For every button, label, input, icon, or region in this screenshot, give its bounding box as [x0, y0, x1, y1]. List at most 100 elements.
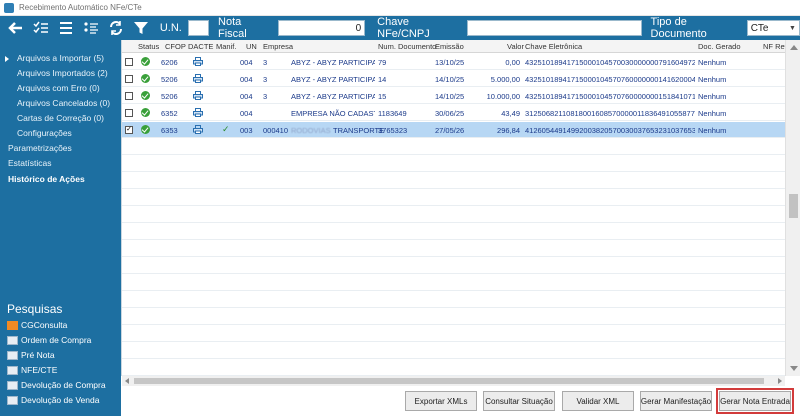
cell-num-documento: 14 — [378, 75, 387, 84]
ordem-compra-icon — [7, 335, 18, 345]
scroll-thumb[interactable] — [134, 378, 764, 384]
column-manif[interactable]: Manif. — [216, 42, 236, 51]
manifest-check-icon: ✓ — [222, 124, 230, 134]
gerar-manifestacao-button[interactable]: Gerar Manifestação — [640, 391, 712, 411]
printer-icon[interactable] — [193, 57, 203, 66]
row-checkbox[interactable] — [125, 109, 133, 117]
empty-row — [122, 190, 785, 206]
column-num-documento[interactable]: Num. Documento — [378, 42, 436, 51]
consultar-situacao-button[interactable]: Consultar Situação — [483, 391, 555, 411]
column-dacte[interactable]: DACTE — [188, 42, 213, 51]
list-icon[interactable] — [58, 19, 75, 37]
sidebar-link-devolucao-compra[interactable]: Devolução de Compra — [7, 380, 106, 390]
sidebar-item-historico-acoes[interactable]: Histórico de Ações — [8, 174, 85, 184]
sidebar-item-arquivos-cancelados[interactable]: Arquivos Cancelados (0) — [17, 98, 110, 108]
validar-xml-button[interactable]: Validar XML — [562, 391, 634, 411]
column-empresa[interactable]: Empresa — [263, 42, 293, 51]
cell-num-documento: 15 — [378, 92, 387, 101]
nota-fiscal-label: Nota Fiscal — [218, 16, 247, 40]
chevron-down-icon: ▼ — [789, 24, 796, 32]
printer-icon[interactable] — [193, 74, 203, 83]
nota-fiscal-input[interactable]: 0 — [277, 20, 366, 36]
cell-empresa-redacted: RODOVIAS — [291, 126, 331, 135]
printer-icon[interactable] — [193, 125, 203, 134]
column-chave-eletronica[interactable]: Chave Eletrônica — [525, 42, 582, 51]
cell-empresa: TRANSPORTE — [333, 126, 385, 135]
checklist-icon[interactable] — [33, 19, 50, 37]
printer-icon[interactable] — [193, 108, 203, 117]
scroll-left-icon[interactable] — [125, 378, 129, 384]
empty-row — [122, 360, 785, 376]
filter-icon[interactable] — [133, 19, 150, 37]
sidebar-link-cgconsulta[interactable]: CGConsulta — [7, 320, 67, 330]
printer-icon[interactable] — [193, 91, 203, 100]
column-doc-gerado[interactable]: Doc. Gerado — [698, 42, 741, 51]
refresh-icon[interactable] — [108, 19, 125, 37]
sidebar-link-ordem-compra[interactable]: Ordem de Compra — [7, 335, 91, 345]
devolucao-compra-icon — [7, 380, 18, 390]
table-row[interactable]: 6206 004 3 ABYZ - ABYZ PARTICIPACÕ 79 13… — [122, 54, 785, 70]
empty-row — [122, 258, 785, 274]
sidebar-item-estatisticas[interactable]: Estatísticas — [8, 158, 51, 168]
table-row[interactable]: 5206 004 3 ABYZ - ABYZ PARTICIPACÕ 15 14… — [122, 88, 785, 104]
table-row[interactable]: 6352 004 EMPRESA NÃO CADASTRAD 1183649 3… — [122, 105, 785, 121]
checklist-alt-icon[interactable] — [83, 19, 100, 37]
empty-row — [122, 241, 785, 257]
cell-un: 004 — [240, 58, 253, 67]
column-cfop[interactable]: CFOP — [165, 42, 186, 51]
vertical-scrollbar[interactable] — [785, 40, 800, 376]
sidebar-link-devolucao-venda[interactable]: Devolução de Venda — [7, 395, 99, 405]
horizontal-scrollbar[interactable] — [122, 376, 785, 386]
cell-chave: 3125068211081800160857000001183649105587… — [525, 109, 695, 118]
sidebar-link-label: Pré Nota — [21, 350, 55, 360]
cell-emissao: 14/10/25 — [435, 92, 465, 101]
column-emissao[interactable]: Emissão — [435, 42, 464, 51]
app-icon — [4, 2, 14, 13]
tipo-documento-select[interactable]: CTe ▼ — [746, 20, 800, 36]
chave-input[interactable] — [466, 20, 642, 36]
row-checkbox[interactable] — [125, 75, 133, 83]
empty-row — [122, 156, 785, 172]
scroll-right-icon[interactable] — [778, 378, 782, 384]
back-arrow-icon[interactable] — [8, 19, 25, 37]
cell-empresa: ABYZ - ABYZ PARTICIPACÕ — [291, 75, 375, 84]
sidebar-link-pre-nota[interactable]: Pré Nota — [7, 350, 55, 360]
column-un[interactable]: UN — [246, 42, 257, 51]
cell-cfop: 6206 — [161, 58, 178, 67]
column-nf-ref[interactable]: NF Ref — [763, 42, 787, 51]
cell-empresa: ABYZ - ABYZ PARTICIPACÕ — [291, 92, 375, 101]
un-input[interactable] — [187, 20, 210, 36]
cell-code: 000410 — [263, 126, 289, 135]
row-checkbox[interactable] — [125, 58, 133, 66]
status-ok-icon — [141, 125, 150, 134]
column-status[interactable]: Status — [138, 42, 159, 51]
row-checkbox[interactable] — [125, 92, 133, 100]
un-label: U.N. — [159, 22, 182, 34]
sidebar-link-nfe-cte[interactable]: NFE/CTE — [7, 365, 57, 375]
status-ok-icon — [141, 57, 150, 66]
column-valor[interactable]: Valor — [507, 42, 524, 51]
sidebar-item-arquivos-importados[interactable]: Arquivos Importados (2) — [17, 68, 108, 78]
cell-emissao: 27/05/26 — [435, 126, 465, 135]
empty-row — [122, 207, 785, 223]
cell-un: 004 — [240, 109, 253, 118]
sidebar-item-arquivos-erro[interactable]: Arquivos com Erro (0) — [17, 83, 100, 93]
exportar-xmls-button[interactable]: Exportar XMLs — [405, 391, 477, 411]
row-checkbox-checked[interactable]: ✓ — [125, 126, 133, 134]
scroll-thumb[interactable] — [789, 194, 798, 218]
empty-row — [122, 173, 785, 189]
cell-chave: 4126054491499200382057003003765323103765… — [525, 126, 695, 135]
scroll-down-icon[interactable] — [790, 366, 798, 371]
sidebar-item-cartas-correcao[interactable]: Cartas de Correção (0) — [17, 113, 104, 123]
chave-label: Chave NFe/CNPJ — [377, 16, 430, 40]
empty-row — [122, 309, 785, 325]
scroll-up-icon[interactable] — [790, 45, 798, 50]
table-row[interactable]: 5206 004 3 ABYZ - ABYZ PARTICIPACÕ 14 14… — [122, 71, 785, 87]
sidebar-item-arquivos-importar[interactable]: Arquivos a Importar (5) — [17, 53, 104, 63]
gerar-nota-entrada-button[interactable]: Gerar Nota Entrada — [716, 388, 794, 414]
sidebar-item-parametrizacoes[interactable]: Parametrizações — [8, 143, 72, 153]
sidebar-item-configuracoes[interactable]: Configurações — [17, 128, 72, 138]
cell-chave: 4325101894171500010457003000000079160497… — [525, 58, 695, 67]
grid-header: Status CFOP DACTE Manif. UN Empresa Num.… — [122, 40, 787, 53]
table-row-selected[interactable]: ✓ 6353 ✓ 003 000410 RODOVIAS TRANSPORTE … — [122, 122, 785, 138]
